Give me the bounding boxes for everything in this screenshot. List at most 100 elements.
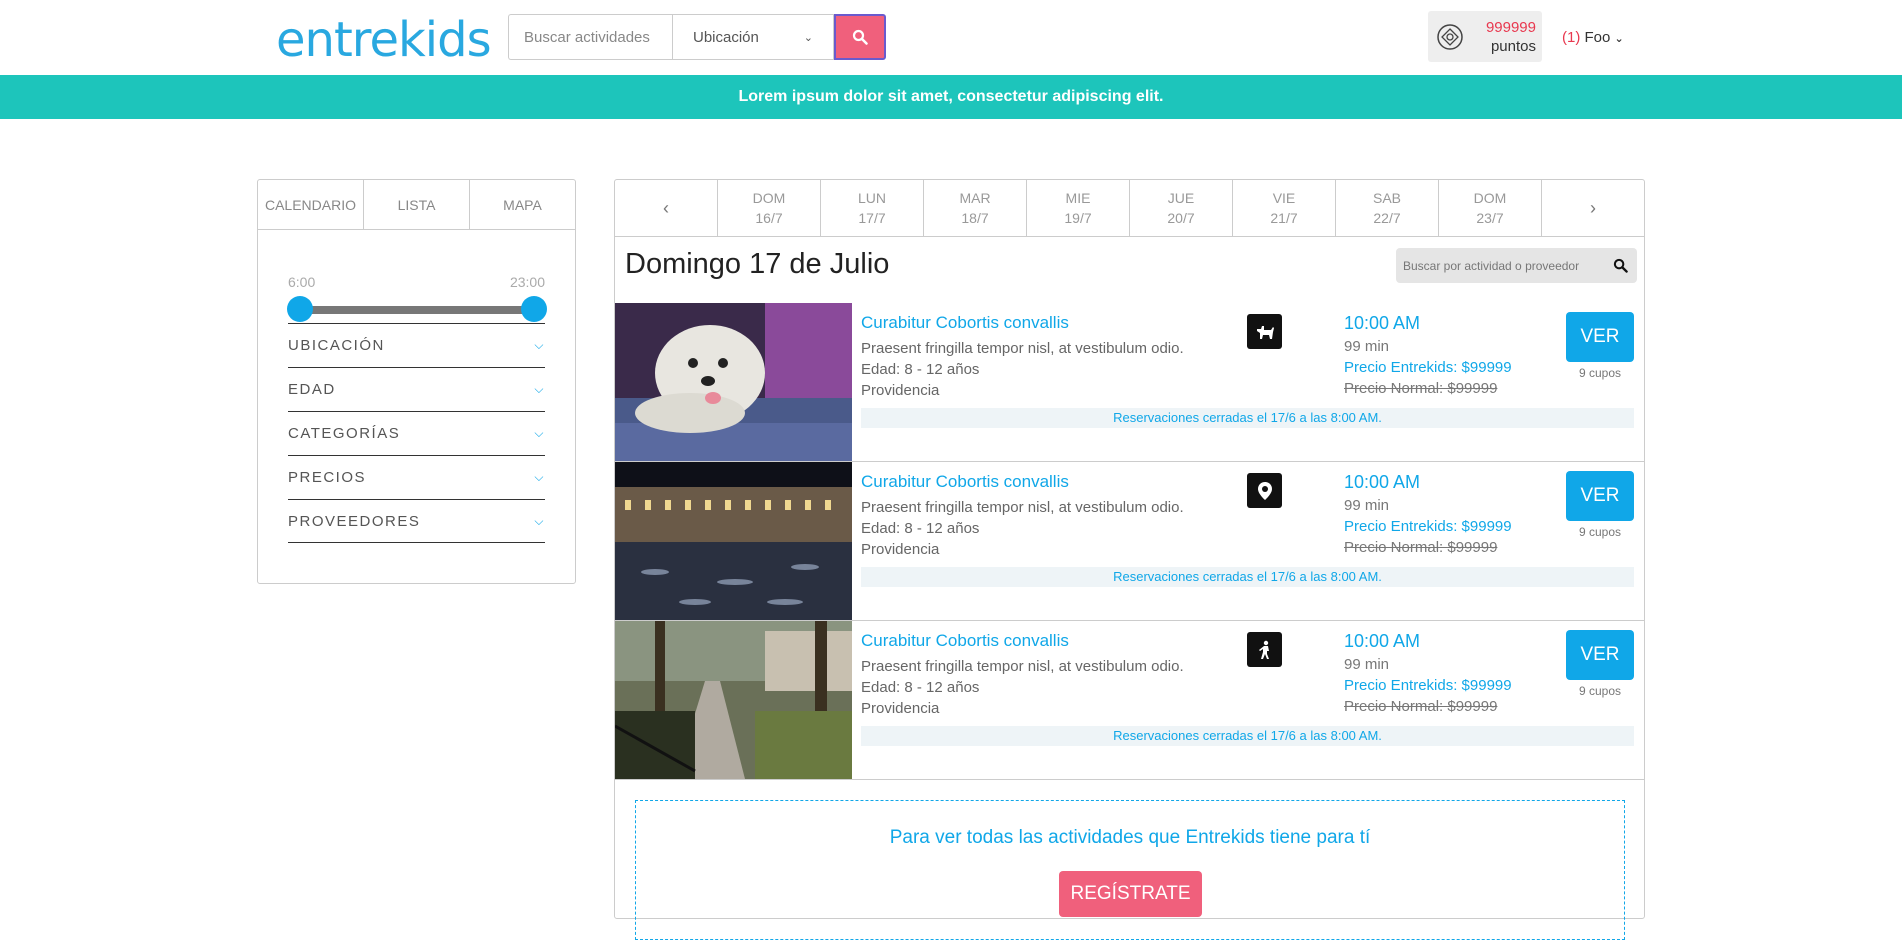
cupos-count: 9 cupos (1578, 684, 1622, 698)
cupos-count: 9 cupos (1578, 525, 1622, 539)
date-day: SAB (1372, 190, 1401, 206)
filter-categorias[interactable]: CATEGORÍAS ⌵ (288, 411, 545, 455)
slider-handle-end[interactable] (521, 296, 547, 322)
activity-card: Curabitur Cobortis convallis Praesent fr… (615, 621, 1644, 780)
reservation-closed-notice: Reservaciones cerradas el 17/6 a las 8:0… (861, 408, 1634, 428)
activity-photo[interactable] (615, 462, 852, 620)
activity-card: Curabitur Cobortis convallis Praesent fr… (615, 462, 1644, 621)
view-tabs: CALENDARIO LISTA MAPA (258, 180, 575, 230)
date-cell[interactable]: LUN 17/7 (821, 180, 924, 236)
activity-details: Praesent fringilla tempor nisl, at vesti… (861, 338, 1184, 401)
date-cell[interactable]: MAR 18/7 (924, 180, 1027, 236)
time-range-labels: 6:00 23:00 (288, 274, 545, 290)
filter-edad[interactable]: EDAD ⌵ (288, 367, 545, 411)
date-cell[interactable]: SAB 22/7 (1336, 180, 1439, 236)
activity-search-placeholder: Buscar por actividad o proveedor (1403, 258, 1580, 273)
points-label: puntos (1490, 38, 1536, 55)
points-badge-icon (1437, 24, 1463, 50)
activity-details: Praesent fringilla tempor nisl, at vesti… (861, 497, 1184, 560)
date-cell[interactable]: DOM 23/7 (1439, 180, 1542, 236)
date-day: MAR (959, 190, 991, 206)
activity-duration: 99 min (1344, 497, 1390, 514)
date-cell[interactable]: MIE 19/7 (1027, 180, 1130, 236)
filter-sidebar: CALENDARIO LISTA MAPA 6:00 23:00 UBICACI… (257, 179, 576, 584)
time-range-slider[interactable] (298, 306, 535, 314)
entrekids-logo[interactable]: entrekids (276, 12, 492, 68)
slider-handle-start[interactable] (287, 296, 313, 322)
activity-time: 10:00 AM (1344, 313, 1421, 333)
date-cell[interactable]: VIE 21/7 (1233, 180, 1336, 236)
activity-location: Providencia (861, 382, 940, 399)
user-menu[interactable]: (1) Foo ⌄ (1562, 29, 1624, 46)
activity-description: Praesent fringilla tempor nisl, at vesti… (861, 658, 1184, 675)
activity-location: Providencia (861, 700, 940, 717)
search-bar: Buscar actividades Ubicación ⌄ (508, 14, 886, 60)
dog-icon (1247, 314, 1282, 349)
prev-week-button[interactable]: ‹ (615, 180, 718, 236)
activity-search-input[interactable]: Buscar por actividad o proveedor (1396, 248, 1637, 283)
activity-photo[interactable] (615, 303, 852, 461)
date-day: DOM (752, 190, 786, 206)
date-value: 23/7 (1476, 210, 1504, 226)
reservation-closed-notice: Reservaciones cerradas el 17/6 a las 8:0… (861, 567, 1634, 587)
activity-card: Curabitur Cobortis convallis Praesent fr… (615, 303, 1644, 462)
filter-ubicacion[interactable]: UBICACIÓN ⌵ (288, 323, 545, 367)
chevron-down-icon: ⌄ (1614, 33, 1624, 45)
tab-lista[interactable]: LISTA (364, 180, 470, 229)
price-entrekids: Precio Entrekids: $99999 (1344, 359, 1512, 376)
activity-description: Praesent fringilla tempor nisl, at vesti… (861, 340, 1184, 357)
price-entrekids: Precio Entrekids: $99999 (1344, 518, 1512, 535)
date-value: 16/7 (755, 210, 783, 226)
chevron-down-icon: ⌵ (534, 382, 545, 396)
filter-label: PROVEEDORES (288, 512, 421, 530)
points-widget[interactable]: 999999 puntos (1428, 11, 1542, 62)
ver-button[interactable]: VER (1566, 312, 1634, 362)
activity-age: Edad: 8 - 12 años (861, 520, 980, 537)
activity-title[interactable]: Curabitur Cobortis convallis (861, 313, 1069, 333)
cupos-count: 9 cupos (1578, 366, 1622, 380)
next-week-button[interactable]: › (1542, 180, 1644, 236)
filter-proveedores[interactable]: PROVEEDORES ⌵ (288, 499, 545, 543)
activity-location: Providencia (861, 541, 940, 558)
filter-precios[interactable]: PRECIOS ⌵ (288, 455, 545, 499)
chevron-left-icon: ‹ (663, 198, 669, 218)
time-end-label: 23:00 (509, 274, 545, 290)
activity-time: 10:00 AM (1344, 472, 1421, 492)
location-select[interactable]: Ubicación ⌄ (672, 14, 834, 60)
activity-duration: 99 min (1344, 656, 1390, 673)
register-button[interactable]: REGÍSTRATE (1059, 871, 1202, 917)
date-cell[interactable]: DOM 16/7 (718, 180, 821, 236)
activity-photo[interactable] (615, 621, 852, 779)
date-day: JUE (1167, 190, 1195, 206)
activity-description: Praesent fringilla tempor nisl, at vesti… (861, 499, 1184, 516)
chevron-down-icon: ⌄ (803, 31, 813, 44)
reservation-closed-notice: Reservaciones cerradas el 17/6 a las 8:0… (861, 726, 1634, 746)
search-icon (852, 29, 868, 45)
ver-button[interactable]: VER (1566, 471, 1634, 521)
chevron-down-icon: ⌵ (534, 426, 545, 440)
activities-panel: ‹ DOM 16/7 LUN 17/7 MAR 18/7 MIE 19/7 JU… (614, 179, 1645, 940)
activity-time: 10:00 AM (1344, 631, 1421, 651)
search-placeholder: Buscar actividades (524, 28, 650, 46)
search-input[interactable]: Buscar actividades (508, 14, 672, 60)
hiking-icon (1247, 632, 1282, 667)
date-cell[interactable]: JUE 20/7 (1130, 180, 1233, 236)
price-normal: Precio Normal: $99999 (1344, 539, 1498, 556)
ver-button[interactable]: VER (1566, 630, 1634, 680)
search-button[interactable] (834, 14, 886, 60)
activity-age: Edad: 8 - 12 años (861, 679, 980, 696)
tab-calendario[interactable]: CALENDARIO (258, 180, 364, 229)
date-day: DOM (1473, 190, 1507, 206)
tab-mapa[interactable]: MAPA (470, 180, 575, 229)
search-icon (1613, 258, 1628, 273)
points-value: 999999 (1485, 19, 1536, 36)
activity-title[interactable]: Curabitur Cobortis convallis (861, 631, 1069, 651)
date-value: 21/7 (1270, 210, 1298, 226)
date-day: MIE (1065, 190, 1091, 206)
location-pin-icon (1247, 473, 1282, 508)
activity-title[interactable]: Curabitur Cobortis convallis (861, 472, 1069, 492)
filter-label: EDAD (288, 381, 336, 398)
register-cta: Para ver todas las actividades que Entre… (635, 800, 1625, 940)
price-normal: Precio Normal: $99999 (1344, 380, 1498, 397)
date-value: 18/7 (961, 210, 989, 226)
